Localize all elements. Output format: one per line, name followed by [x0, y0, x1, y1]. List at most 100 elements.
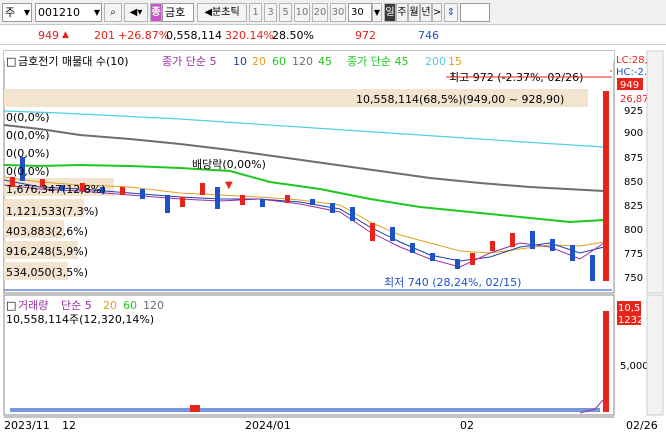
month-button[interactable]: 월: [408, 3, 420, 22]
interval-label: 30: [331, 7, 345, 18]
chevron-down-icon: ▼: [373, 8, 381, 17]
month-label: 월: [409, 7, 419, 18]
volume-legend-20: 20: [103, 299, 117, 312]
up-down-arrow-icon: ⇕: [446, 7, 456, 18]
code-input-value: 001210: [38, 6, 80, 19]
candle: [410, 243, 415, 253]
candle: [370, 223, 375, 241]
volume-panel-scrollbar[interactable]: [646, 294, 664, 416]
volume-bar: [310, 408, 600, 412]
y-tick: 825: [624, 201, 643, 212]
interval-label: 5: [282, 7, 289, 18]
volume-value: 0,558,114: [166, 29, 222, 42]
interval-20[interactable]: 20: [312, 3, 328, 22]
week-label: 주: [397, 7, 407, 18]
candle: [285, 195, 290, 203]
volume-profile-top-label: 10,558,114(68,5%)(949,00 ~ 928,90): [356, 93, 564, 106]
x-axis: 2023/11 12 2024/01 02 02/26: [4, 419, 658, 432]
legend-square-icon: □: [6, 55, 16, 68]
interval-label: 3: [267, 7, 274, 18]
interval-30[interactable]: 30: [330, 3, 346, 22]
legend-ma5: 종가 단순 5: [162, 55, 216, 68]
legend-ma10: 10: [233, 55, 247, 68]
price-panel-scrollbar[interactable]: [646, 50, 664, 294]
candle: [470, 253, 475, 265]
legend-ma45: 종가 단순 45: [347, 55, 408, 68]
candle: [165, 195, 170, 213]
search-icon: ⌕: [110, 7, 116, 18]
y-tick: 925: [624, 106, 643, 117]
interval-label: 20: [313, 7, 327, 18]
profile-label: 0(0,0%): [6, 111, 50, 124]
interval-dropdown[interactable]: ▼: [372, 3, 382, 22]
min-annotation: 최저 740 (28,24%, 02/15): [384, 276, 521, 289]
triangle-left-icon: ◀: [204, 7, 213, 18]
volume-legend-60: 60: [123, 299, 137, 312]
day-high: 972: [355, 29, 376, 42]
candle: [570, 245, 575, 261]
period-label: 분초틱: [212, 7, 240, 18]
volume-ratio: 320.14%: [225, 29, 274, 42]
interval-10[interactable]: 10: [294, 3, 310, 22]
profile-label: 403,883(2,6%): [6, 225, 88, 238]
legend-ma200: 200: [425, 55, 446, 68]
legend-ma15: 15: [448, 55, 462, 68]
y-tick: 750: [624, 273, 643, 284]
candle: [310, 199, 315, 205]
y-tick: 800: [624, 225, 643, 236]
profile-label: 534,050(3,5%): [6, 266, 88, 279]
candle: [510, 233, 515, 247]
week-button[interactable]: 주: [396, 3, 408, 22]
candle: [590, 255, 595, 281]
x-tick-end: 02/26: [626, 419, 658, 432]
volume-bar: [190, 405, 200, 412]
year-button[interactable]: 년: [420, 3, 432, 22]
profile-label: 0(0,0%): [6, 165, 50, 178]
stock-name-field[interactable]: 금호: [162, 3, 194, 22]
next-button[interactable]: >: [432, 3, 442, 22]
profile-label: 916,248(5,9%): [6, 245, 88, 258]
extra-input[interactable]: [460, 3, 490, 22]
profile-label: 0(0,0%): [6, 129, 50, 142]
interval-1[interactable]: 1: [249, 3, 262, 22]
scroll-toggle-button[interactable]: ⇕: [444, 3, 458, 22]
legend-main: 금호전기 매물대 수(10): [18, 55, 129, 68]
period-toggle[interactable]: ◀분초틱: [197, 3, 247, 22]
volume-bar-last: [603, 311, 609, 412]
x-tick: 2024/01: [245, 419, 291, 432]
interval-5[interactable]: 5: [279, 3, 292, 22]
chevron-down-icon: ▼: [93, 8, 100, 17]
legend-ma120: 120: [292, 55, 313, 68]
interval-select[interactable]: 30: [348, 3, 372, 22]
price-panel: [3, 50, 615, 294]
candle: [390, 227, 395, 241]
y-tick: 775: [624, 249, 643, 260]
market-select[interactable]: 주 ▼: [2, 3, 32, 22]
y-tick: 900: [624, 128, 643, 139]
toolbar: 주 ▼ 001210 ▼ ⌕ ◀▾ 종 금호 ◀분초틱 1 3 5 10 20 …: [0, 0, 666, 25]
x-tick: 02: [460, 419, 474, 432]
candle: [455, 259, 460, 269]
candle: [120, 187, 125, 195]
day-button[interactable]: 일: [384, 3, 396, 22]
interval-select-value: 30: [351, 7, 364, 18]
candle: [330, 203, 335, 213]
quote-bar: 949 ▲ 201 +26.87% 0,558,114 320.14% 28.5…: [0, 26, 666, 45]
y-tick: 850: [624, 177, 643, 188]
code-input[interactable]: 001210 ▼: [35, 3, 102, 22]
search-button[interactable]: ⌕: [104, 3, 122, 22]
market-select-value: 주: [5, 6, 16, 19]
volume-legend-label: 거래량: [18, 299, 48, 312]
candle: [215, 187, 220, 209]
price-legend: □ 금호전기 매물대 수(10) 종가 단순 5 10 20 60 120 45…: [6, 55, 462, 68]
x-tick: 2023/11: [4, 419, 50, 432]
sound-button[interactable]: ◀▾: [124, 3, 148, 22]
candle: [200, 183, 205, 195]
price-change-pct: +26.87%: [118, 29, 170, 42]
candle: [550, 239, 555, 251]
current-price-axis: 949: [620, 80, 639, 91]
candle: [430, 253, 435, 261]
triangle-up-icon: ▲: [62, 30, 69, 40]
current-pct-axis: 26,87: [620, 94, 649, 105]
interval-3[interactable]: 3: [264, 3, 277, 22]
